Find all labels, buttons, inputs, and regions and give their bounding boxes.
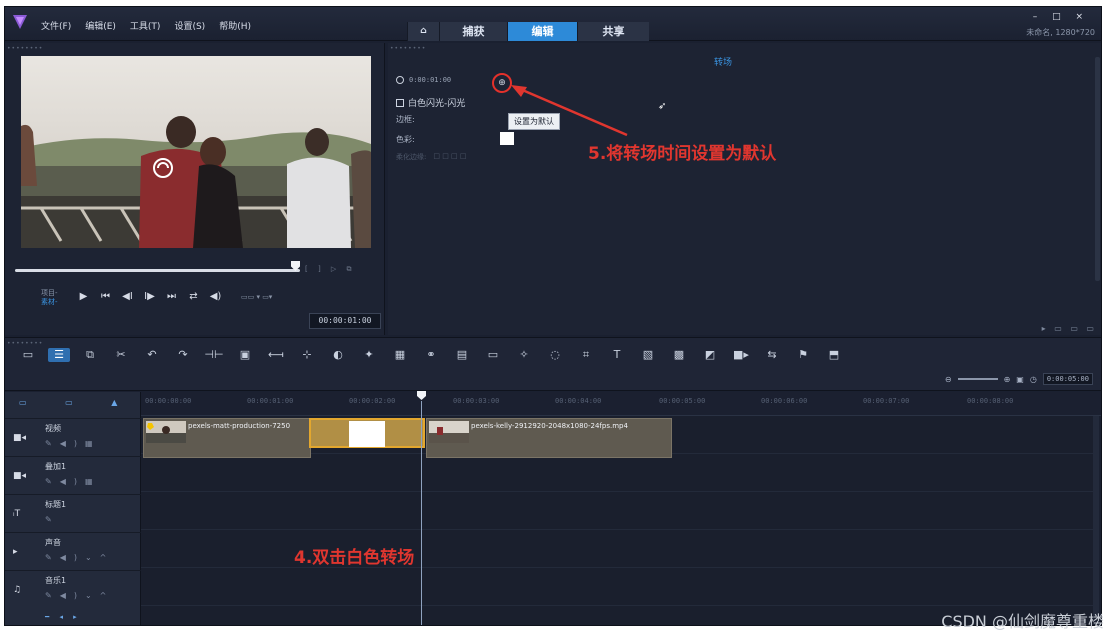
stabilize-icon[interactable]: ⌗ <box>575 348 597 362</box>
transition-thumbnail <box>349 421 385 447</box>
ruler-tick: 00:00:00:00 <box>145 397 192 405</box>
watermark: CSDN @仙剑魔尊重楼 <box>941 612 1104 631</box>
ruler-tick: 00:00:04:00 <box>555 397 602 405</box>
text-icon[interactable]: T <box>606 348 628 362</box>
track-name: 标题1 <box>45 500 67 509</box>
cut-icon[interactable]: ✂ <box>110 348 132 362</box>
motion-icon[interactable]: ✧ <box>513 348 535 362</box>
ruler-tick: 00:00:03:00 <box>453 397 500 405</box>
sticker-icon[interactable]: ▧ <box>637 348 659 362</box>
replace-icon[interactable]: ⇆ <box>761 348 783 362</box>
marker-icon[interactable]: ⚑ <box>792 348 814 362</box>
record-icon[interactable]: ■▸ <box>730 348 752 362</box>
track-overlay[interactable]: ■◂ 叠加1 ✎◀)▦ <box>5 456 141 494</box>
lane-video[interactable]: pexels-matt-production-7250 pexels-kelly… <box>141 416 1093 458</box>
export-icon[interactable]: ⬒ <box>823 348 845 362</box>
clip-2[interactable]: pexels-kelly-2912920-2048x1080-24fps.mp4 <box>426 418 672 458</box>
ruler-tick: 00:00:07:00 <box>863 397 910 405</box>
annotation-step4: 4.双击白色转场 <box>294 548 415 568</box>
ruler-tick: 00:00:06:00 <box>761 397 808 405</box>
ruler-tick: 00:00:08:00 <box>967 397 1014 405</box>
zoom-controls: ⊖ ⊕ ▣ ◷ 0:00:05:00 <box>945 373 1093 385</box>
project-duration[interactable]: 0:00:05:00 <box>1042 373 1093 385</box>
track-manager-icon[interactable]: ⊹ <box>296 348 318 362</box>
mask-icon[interactable]: ▦ <box>389 348 411 362</box>
track-music[interactable]: ♫ 音乐1 ✎◀)⌄^ <box>5 570 141 608</box>
duration-clock-icon: ◷ <box>1029 374 1037 384</box>
timeline-vscroll[interactable] <box>1093 416 1099 616</box>
track-toggles[interactable]: ✎ <box>45 515 60 524</box>
lane-overlay[interactable] <box>141 454 1093 492</box>
track-name: 声音 <box>45 538 61 547</box>
effects-icon[interactable]: ✦ <box>358 348 380 362</box>
zoom-out-icon[interactable]: ⊖ <box>945 375 952 384</box>
caption-icon[interactable]: ▭ <box>482 348 504 362</box>
split-icon[interactable]: ⟻ <box>265 348 287 362</box>
track-name: 音乐1 <box>45 576 67 585</box>
track-title[interactable]: ᵢT 标题1 ✎ <box>5 494 141 532</box>
time-ruler[interactable]: 00:00:00:00 00:00:01:00 00:00:02:00 00:0… <box>141 392 1101 416</box>
video-icon: ■◂ <box>13 433 27 443</box>
title-icon: ᵢT <box>13 509 21 519</box>
track-video[interactable]: ■◂ 视频 ✎◀)▦ <box>5 418 141 456</box>
ruler-tick: 00:00:02:00 <box>349 397 396 405</box>
app-window: 文件(F) 编辑(E) 工具(T) 设置(S) 帮助(H) ⌂ 捕获 编辑 共享… <box>4 6 1102 626</box>
track-name: 视频 <box>45 424 61 433</box>
track-toggles[interactable]: ✎◀)⌄^ <box>45 591 114 600</box>
clip-thumbnail <box>429 421 469 443</box>
snapshot-icon[interactable]: ▣ <box>234 348 256 362</box>
track-header-tools[interactable]: ▭ ▭ ▲ <box>19 398 135 407</box>
lane-title[interactable] <box>141 492 1093 530</box>
zoom-slider[interactable] <box>957 378 998 380</box>
timeline-toolbar: •••••••• ▭ ☰ ⧉ ✂ ↶ ↷ ⊣⊢ ▣ ⟻ ⊹ ◐ ✦ ▦ ⚭ ▤ … <box>5 337 1101 391</box>
timeline-view-icon[interactable]: ☰ <box>48 348 70 362</box>
zoom-in-icon[interactable]: ⊕ <box>1004 375 1011 384</box>
track-toggles[interactable]: ✎◀)▦ <box>45 439 101 448</box>
subtitle-icon[interactable]: ▤ <box>451 348 473 362</box>
lane-voice[interactable] <box>141 530 1093 568</box>
ruler-tick: 00:00:05:00 <box>659 397 706 405</box>
redo-icon[interactable]: ↷ <box>172 348 194 362</box>
clip-1-name: pexels-matt-production-7250 <box>188 422 291 430</box>
track-headers: ▭ ▭ ▲ ■◂ 视频 ✎◀)▦ ■◂ 叠加1 ✎◀)▦ ᵢT 标题1 ✎ ▸ … <box>5 392 141 625</box>
color-icon[interactable]: ◐ <box>327 348 349 362</box>
speed-icon[interactable]: ◌ <box>544 348 566 362</box>
copy-icon[interactable]: ⧉ <box>79 348 101 362</box>
track-toggles[interactable]: ✎◀)▦ <box>45 477 101 486</box>
grid-icon[interactable]: ▩ <box>668 348 690 362</box>
clip-1[interactable]: pexels-matt-production-7250 <box>143 418 311 458</box>
trim-icon[interactable]: ⊣⊢ <box>203 348 225 362</box>
storyboard-view-icon[interactable]: ▭ <box>17 348 39 362</box>
undo-icon[interactable]: ↶ <box>141 348 163 362</box>
timeline-hscroll[interactable]: ━ ◂ ▸ <box>45 613 95 621</box>
lane-music[interactable] <box>141 568 1093 606</box>
ruler-tick: 00:00:01:00 <box>247 397 294 405</box>
track-voice[interactable]: ▸ 声音 ✎◀)⌄^ <box>5 532 141 570</box>
voice-icon: ▸ <box>13 547 18 557</box>
pan-zoom-icon[interactable]: ◩ <box>699 348 721 362</box>
timeline-area[interactable]: pexels-matt-production-7250 pexels-kelly… <box>141 416 1093 625</box>
playhead-line[interactable] <box>421 401 422 625</box>
panel-grip[interactable]: •••••••• <box>7 340 43 347</box>
clip-2-name: pexels-kelly-2912920-2048x1080-24fps.mp4 <box>471 422 628 430</box>
white-transition[interactable] <box>309 418 425 448</box>
fit-icon[interactable]: ▣ <box>1016 375 1024 384</box>
link-icon[interactable]: ⚭ <box>420 348 442 362</box>
clip-thumbnail <box>146 421 186 443</box>
track-toggles[interactable]: ✎◀)⌄^ <box>45 553 114 562</box>
music-icon: ♫ <box>13 585 22 595</box>
toolbar-icons: ▭ ☰ ⧉ ✂ ↶ ↷ ⊣⊢ ▣ ⟻ ⊹ ◐ ✦ ▦ ⚭ ▤ ▭ ✧ ◌ ⌗ T… <box>17 348 845 362</box>
overlay-icon: ■◂ <box>13 471 27 481</box>
track-name: 叠加1 <box>45 462 67 471</box>
